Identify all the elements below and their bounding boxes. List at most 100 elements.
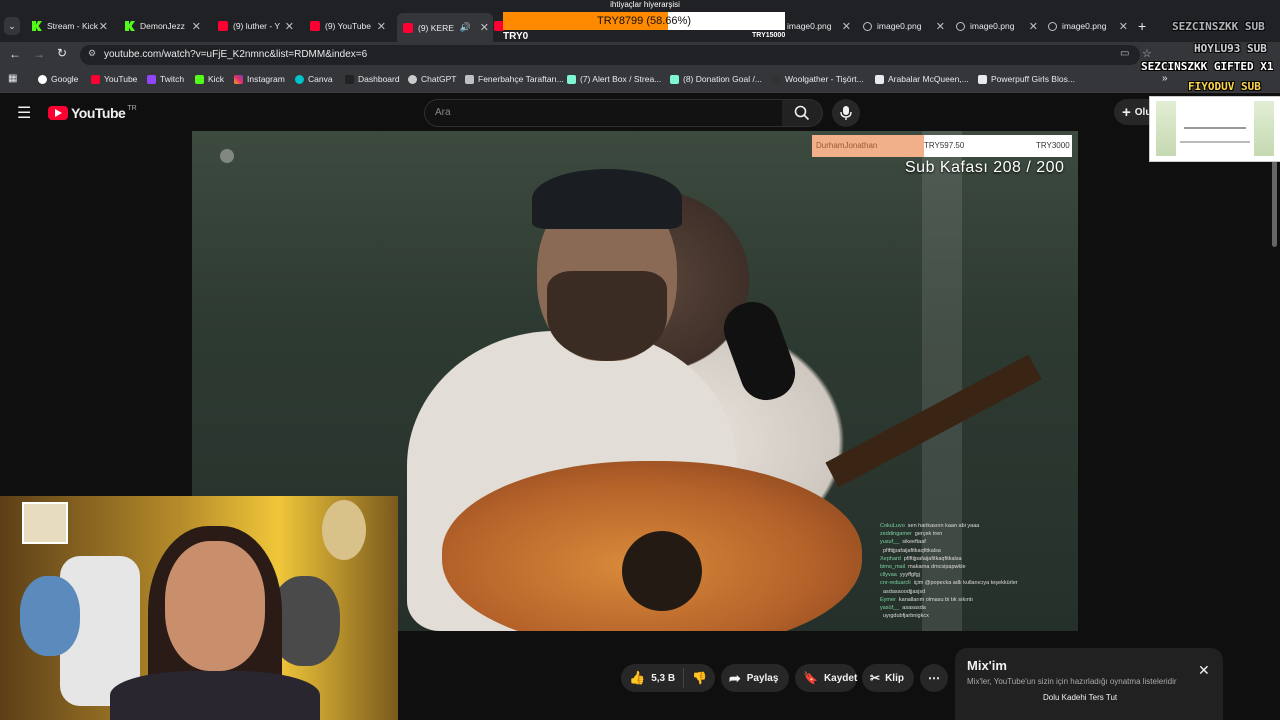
bookmark-dashboard[interactable]: Dashboard bbox=[345, 74, 400, 84]
apps-grid-icon[interactable]: ▦ bbox=[8, 73, 17, 84]
close-icon[interactable]: ✕ bbox=[480, 21, 489, 34]
close-icon[interactable]: ✕ bbox=[285, 20, 294, 33]
bookmarks-bar: ▦ Google YouTube Twitch Kick Instagram C… bbox=[0, 68, 1280, 93]
bookmark-icon: 🔖 bbox=[803, 671, 818, 685]
browser-tab[interactable]: image0.png ✕ bbox=[1048, 13, 1132, 39]
globe-icon bbox=[1048, 21, 1057, 31]
bookmark-canva[interactable]: Canva bbox=[295, 74, 333, 84]
gift-alert-line: SEZCINSZKK GIFTED X1 bbox=[1141, 60, 1274, 73]
mix-subtitle: Mix'ler, YouTube'un sizin için hazırladı… bbox=[967, 677, 1177, 686]
more-bookmarks-icon[interactable]: » bbox=[1162, 73, 1168, 84]
bookmark-chatgpt[interactable]: ChatGPT bbox=[408, 74, 456, 84]
globe-icon bbox=[863, 21, 872, 31]
browser-tab[interactable]: (9) luther - Y ✕ bbox=[218, 13, 298, 39]
youtube-icon bbox=[218, 21, 228, 31]
microphone-icon bbox=[840, 106, 852, 120]
sub-alert-line: SEZCINSZKK SUB bbox=[1172, 20, 1265, 33]
chat-line: Xephard pfiftijpafaijafitkaqfitkalsa bbox=[880, 555, 962, 562]
close-icon[interactable]: ✕ bbox=[377, 20, 386, 33]
close-icon[interactable]: ✕ bbox=[192, 20, 201, 33]
goal-start: TRY0 bbox=[503, 31, 529, 42]
bookmark-instagram[interactable]: Instagram bbox=[234, 74, 285, 84]
streamlabs-icon bbox=[567, 74, 576, 84]
youtube-header: ☰ YouTube TR Ara +Oluştur bbox=[0, 93, 1280, 131]
more-horizontal-icon: ⋯ bbox=[928, 671, 940, 685]
sub-alert-line: FIYODUV SUB bbox=[1188, 80, 1261, 93]
youtube-logo[interactable]: YouTube TR bbox=[48, 105, 137, 121]
close-icon[interactable]: ✕ bbox=[936, 20, 945, 33]
browser-tab[interactable]: image0.png ✕ bbox=[863, 13, 949, 39]
streamer-shirt bbox=[110, 671, 320, 720]
mix-next-item[interactable]: Dolu Kadehi Ters Tut bbox=[1043, 693, 1117, 702]
donation-current: TRY597.50 bbox=[924, 141, 965, 150]
youtube-icon bbox=[91, 74, 100, 84]
bookmark-arabalar[interactable]: Arabalar McQueen,... bbox=[875, 74, 969, 84]
dislike-button[interactable]: 👎 bbox=[684, 671, 707, 685]
search-input[interactable]: Ara bbox=[424, 99, 784, 127]
bookmark-star-icon[interactable]: ☆ bbox=[1142, 47, 1152, 60]
chat-line: uyıgdubfjarbnigkcx bbox=[883, 613, 929, 620]
close-icon[interactable]: ✕ bbox=[842, 20, 851, 33]
browser-tab[interactable]: (9) YouTube ✕ bbox=[310, 13, 390, 39]
reload-icon[interactable]: ↻ bbox=[57, 46, 67, 60]
kick-icon bbox=[195, 74, 204, 84]
like-button[interactable]: 👍 5,3 B bbox=[621, 668, 684, 688]
bookmark-twitch[interactable]: Twitch bbox=[147, 74, 184, 84]
tab-search-button[interactable]: ⌄ bbox=[4, 17, 20, 35]
chat-line: Eymer kanallarım olmasu bi tık sıkıntı bbox=[880, 596, 973, 603]
browser-tab[interactable]: image0.png ✕ bbox=[773, 13, 855, 39]
close-icon[interactable]: ✕ bbox=[1198, 662, 1210, 679]
voice-search-button[interactable] bbox=[832, 99, 860, 127]
bookmark-fenerbahce[interactable]: Fenerbahçe Taraftarı... bbox=[465, 74, 564, 84]
page-icon bbox=[978, 74, 987, 84]
canva-icon bbox=[295, 74, 304, 84]
bookmark-google[interactable]: Google bbox=[38, 74, 78, 84]
more-actions-button[interactable]: ⋯ bbox=[920, 664, 948, 692]
browser-tab[interactable]: DemonJezz ✕ bbox=[125, 13, 205, 39]
chat-line: yusuf__ sikeeftaaf bbox=[880, 539, 926, 546]
chat-line: pfiftijpafaijafitkaqfitkalsa bbox=[883, 547, 941, 554]
goal-end: TRY15000 bbox=[752, 32, 786, 39]
instagram-icon bbox=[234, 74, 243, 84]
bookmark-kick[interactable]: Kick bbox=[195, 74, 224, 84]
bookmark-powerpuff[interactable]: Powerpuff Girls Blos... bbox=[978, 74, 1075, 84]
bookmark-woolgather[interactable]: Woolgather - Tişört... bbox=[772, 74, 864, 84]
bookmark-alert-box[interactable]: (7) Alert Box / Strea... bbox=[567, 74, 661, 84]
performer-cap bbox=[532, 169, 682, 229]
omnibox[interactable]: ⚙ youtube.com/watch?v=uFjE_K2nmnc&list=R… bbox=[80, 45, 1152, 65]
speaker-icon[interactable]: 🔊 bbox=[460, 22, 471, 33]
url-text[interactable]: youtube.com/watch?v=uFjE_K2nmnc&list=RDM… bbox=[104, 49, 367, 60]
stream-chat-overlay: CokuLuvo sen harikasınn kaan abi yaaa zed… bbox=[880, 523, 1078, 621]
donation-top-donor: DurhamJonathan bbox=[816, 141, 878, 150]
google-icon bbox=[38, 74, 47, 84]
forward-icon[interactable]: → bbox=[33, 47, 45, 61]
menu-icon[interactable]: ☰ bbox=[17, 103, 31, 123]
back-icon[interactable]: ← bbox=[9, 47, 21, 61]
plush-toy bbox=[20, 576, 80, 656]
browser-tab-active[interactable]: (9) KERE 🔊 ✕ bbox=[397, 13, 493, 42]
share-button[interactable]: ➦ Paylaş bbox=[721, 664, 789, 692]
clip-button[interactable]: ✂ Klip bbox=[862, 664, 914, 692]
donation-goal-bar: TRY8799 (58.66%) bbox=[503, 12, 785, 30]
close-icon[interactable]: ✕ bbox=[1119, 20, 1128, 33]
alert-decoration bbox=[1156, 101, 1176, 156]
close-icon[interactable]: ✕ bbox=[99, 20, 108, 33]
bookmark-youtube[interactable]: YouTube bbox=[91, 74, 137, 84]
close-icon[interactable]: ✕ bbox=[1029, 20, 1038, 33]
thumbs-down-icon: 👎 bbox=[692, 671, 707, 685]
cast-icon[interactable]: ▭ bbox=[1120, 48, 1129, 59]
alert-text-line bbox=[1184, 127, 1246, 129]
browser-tab[interactable]: image0.png ✕ bbox=[956, 13, 1042, 39]
streamlabs-icon bbox=[670, 74, 679, 84]
sub-alert-line: HOYLU93 SUB bbox=[1194, 42, 1267, 55]
browser-tab[interactable]: Stream - Kick ✕ bbox=[32, 13, 112, 39]
address-bar-row: ← → ↻ ⚙ youtube.com/watch?v=uFjE_K2nmnc&… bbox=[0, 42, 1280, 68]
new-tab-button[interactable]: + bbox=[1138, 18, 1146, 34]
chatgpt-icon bbox=[408, 74, 417, 84]
search-button[interactable] bbox=[782, 99, 823, 127]
save-button[interactable]: 🔖 Kaydet bbox=[795, 664, 857, 692]
bookmark-donation-goal[interactable]: (8) Donation Goal /... bbox=[670, 74, 762, 84]
donation-target: TRY3000 bbox=[1036, 141, 1070, 150]
performer-beard bbox=[547, 271, 667, 361]
site-info-icon[interactable]: ⚙ bbox=[88, 48, 96, 59]
